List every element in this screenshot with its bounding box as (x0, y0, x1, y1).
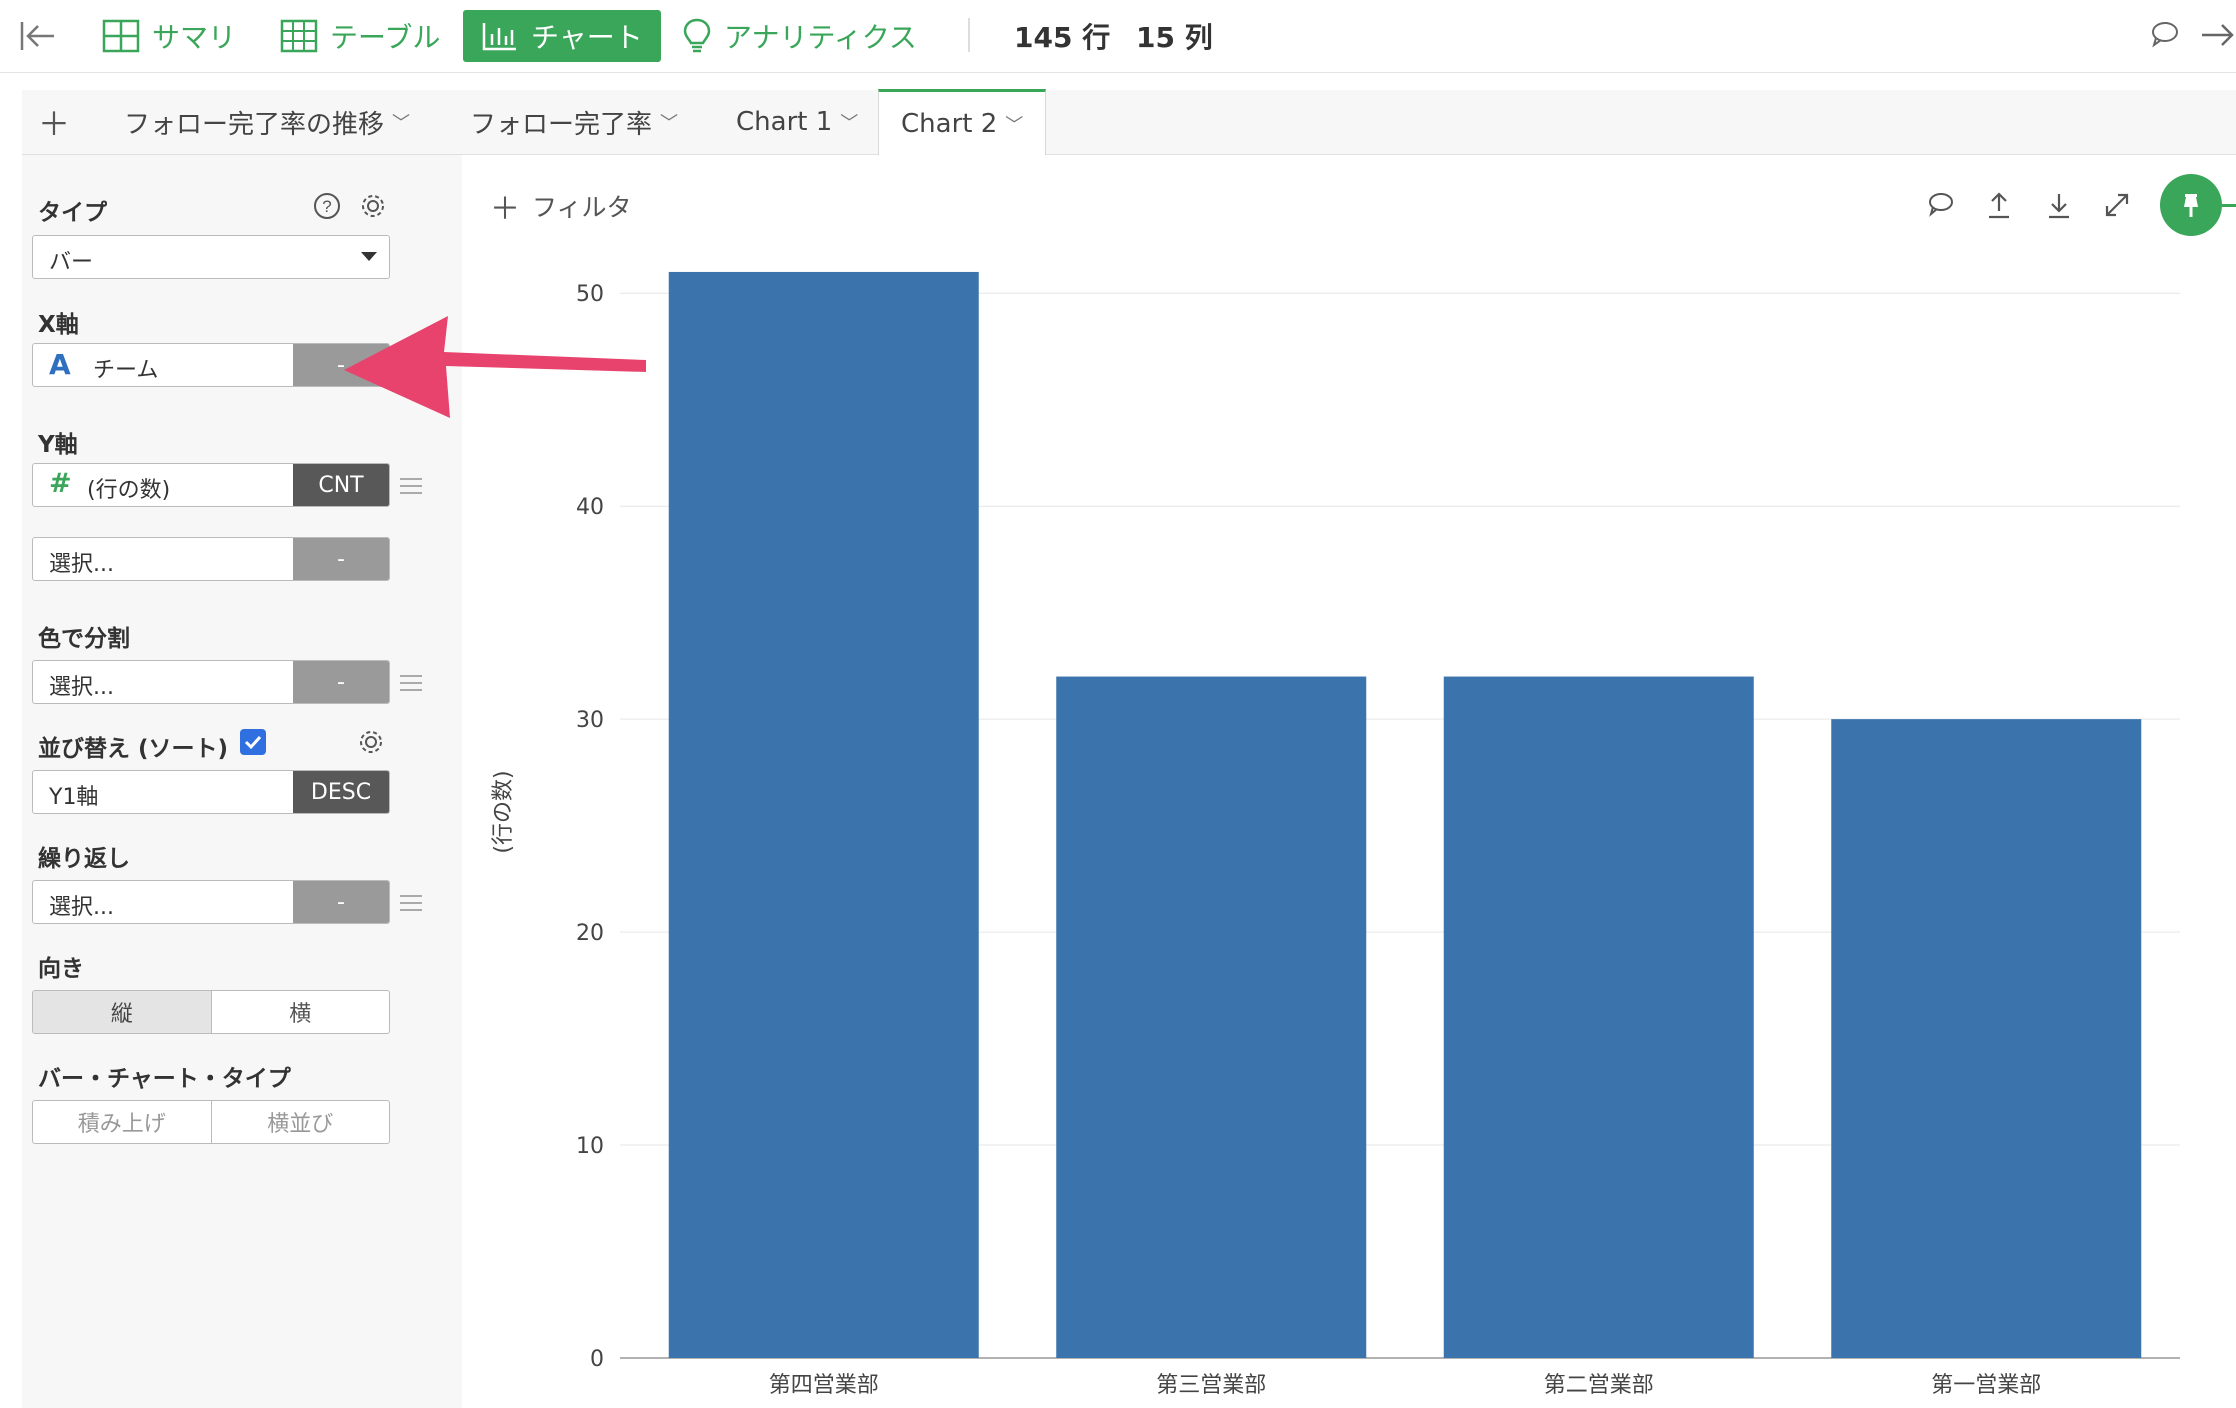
type-section-label: タイプ (38, 200, 107, 226)
svg-text:?: ? (322, 197, 331, 216)
chevron-down-icon: ﹀ (840, 113, 859, 134)
bar-chart-icon (482, 23, 516, 51)
summary-label: サマリ (152, 21, 237, 54)
repeat-field[interactable]: 選択... - (32, 880, 390, 924)
y-tick-label: 10 (576, 1134, 604, 1159)
y2-axis-aggregate-button[interactable]: - (293, 538, 389, 580)
gear-icon[interactable] (356, 727, 386, 761)
summary-icon (102, 19, 140, 53)
color-split-button[interactable]: - (293, 661, 389, 703)
sort-order-button[interactable]: DESC (293, 771, 389, 813)
y-tick-label: 40 (576, 495, 604, 520)
x-axis-column: チーム (93, 358, 159, 383)
tab-follow-trend[interactable]: フォロー完了率の推移 ﹀ (124, 90, 410, 154)
chart-tab-button[interactable]: チャート (463, 10, 661, 62)
number-type-icon: # (49, 468, 72, 499)
chart-type-select[interactable]: バー (32, 235, 390, 279)
y-axis-aggregate-button[interactable]: CNT (293, 464, 389, 506)
gear-icon[interactable] (358, 191, 388, 225)
lightbulb-icon (683, 18, 711, 53)
collapse-left-icon[interactable] (18, 18, 58, 58)
bar-chart: 01020304050第四営業部 第三営業部 第二営業部 第一営業部 (行の数) (491, 271, 2180, 1398)
drag-handle-icon[interactable] (400, 478, 422, 494)
tab-follow-rate[interactable]: フォロー完了率 ﹀ (470, 90, 678, 154)
tab-chart-1[interactable]: Chart 1 ﹀ (736, 90, 858, 154)
chevron-down-icon: ﹀ (392, 113, 411, 134)
drag-handle-icon[interactable] (400, 895, 422, 911)
analytics-label: アナリティクス (724, 21, 917, 54)
table-icon (280, 19, 318, 53)
chart-area: ＋ フィルタ 0 10 20 30 40 50 第四営業部 第三営業部 第二営業部 第一営業部 (… (470, 160, 2236, 1408)
chart-label: チャート (531, 21, 643, 54)
help-icon[interactable]: ? (312, 191, 342, 225)
sort-section-label: 並び替え (ソート) (38, 736, 229, 762)
tab-label: Chart 2 (901, 108, 998, 139)
chart-tab-strip: ＋ フォロー完了率の推移 ﹀ フォロー完了率 ﹀ Chart 1 ﹀ Chart 2 ﹀ (22, 89, 2236, 155)
row-count: 145 行 (1014, 21, 1111, 54)
y-axis-column: (行の数) (87, 478, 171, 503)
arrow-right-icon[interactable] (2200, 20, 2234, 54)
y-tick-label: 30 (576, 708, 604, 733)
comment-icon[interactable] (2150, 20, 2180, 52)
sort-column: Y1軸 (49, 785, 99, 810)
caret-down-icon (361, 252, 377, 261)
y2-axis-placeholder: 選択... (49, 552, 114, 577)
x-axis-section-label: X軸 (38, 312, 79, 338)
orientation-label: 向き (38, 956, 84, 982)
analytics-tab-button[interactable]: アナリティクス (682, 10, 917, 62)
chevron-down-icon: ﹀ (1005, 114, 1024, 136)
x-tick-label: 第四営業部 (769, 1373, 879, 1398)
summary-tab-button[interactable]: サマリ (102, 10, 236, 62)
chart-type-value: バー (49, 250, 94, 275)
repeat-placeholder: 選択... (49, 895, 114, 920)
y2-axis-field[interactable]: 選択... - (32, 537, 390, 581)
top-toolbar: サマリ テーブル チャート アナリティクス 145 行 15 列 (0, 0, 2236, 73)
orientation-toggle: 縦 横 (32, 990, 390, 1034)
bar-1[interactable] (668, 271, 979, 1358)
bar-type-side-by-side[interactable]: 横並び (210, 1101, 390, 1143)
column-count: 15 列 (1136, 21, 1213, 54)
table-label: テーブル (330, 21, 441, 54)
tab-label: Chart 1 (736, 107, 833, 137)
sort-field[interactable]: Y1軸 DESC (32, 770, 390, 814)
x-tick-label: 第三営業部 (1156, 1373, 1266, 1398)
color-split-label: 色で分割 (38, 626, 130, 652)
repeat-button[interactable]: - (293, 881, 389, 923)
tab-label: フォロー完了率の推移 (124, 109, 385, 140)
bar-2[interactable] (1056, 676, 1367, 1358)
toolbar-divider (968, 18, 970, 52)
y-axis-field[interactable]: # (行の数) CNT (32, 463, 390, 507)
x-tick-label: 第二営業部 (1544, 1373, 1654, 1398)
drag-handle-icon[interactable] (400, 675, 422, 691)
orientation-vertical[interactable]: 縦 (33, 991, 211, 1033)
text-type-icon: A (49, 348, 71, 381)
add-tab-button[interactable]: ＋ (38, 90, 70, 154)
x-tick-label: 第一営業部 (1931, 1373, 2041, 1398)
bar-chart-type-label: バー・チャート・タイプ (38, 1066, 291, 1092)
orientation-horizontal[interactable]: 横 (210, 991, 390, 1033)
annotation-arrow (344, 316, 646, 418)
color-split-field[interactable]: 選択... - (32, 660, 390, 704)
sort-checkbox[interactable] (240, 729, 266, 755)
chevron-down-icon: ﹀ (660, 113, 679, 134)
bar-3[interactable] (1443, 676, 1754, 1358)
bar-4[interactable] (1831, 719, 2142, 1358)
tab-label: フォロー完了率 (470, 109, 653, 140)
color-split-placeholder: 選択... (49, 675, 114, 700)
bar-type-stacked[interactable]: 積み上げ (33, 1101, 211, 1143)
repeat-section-label: 繰り返し (38, 846, 130, 872)
y-axis-section-label: Y軸 (38, 432, 78, 458)
y-axis-label: (行の数) (491, 770, 516, 853)
y-tick-label: 20 (576, 921, 604, 946)
table-tab-button[interactable]: テーブル (280, 10, 440, 62)
y-tick-label: 0 (590, 1347, 604, 1372)
bar-chart-type-toggle: 積み上げ 横並び (32, 1100, 390, 1144)
tab-chart-2[interactable]: Chart 2 ﹀ (878, 89, 1047, 155)
